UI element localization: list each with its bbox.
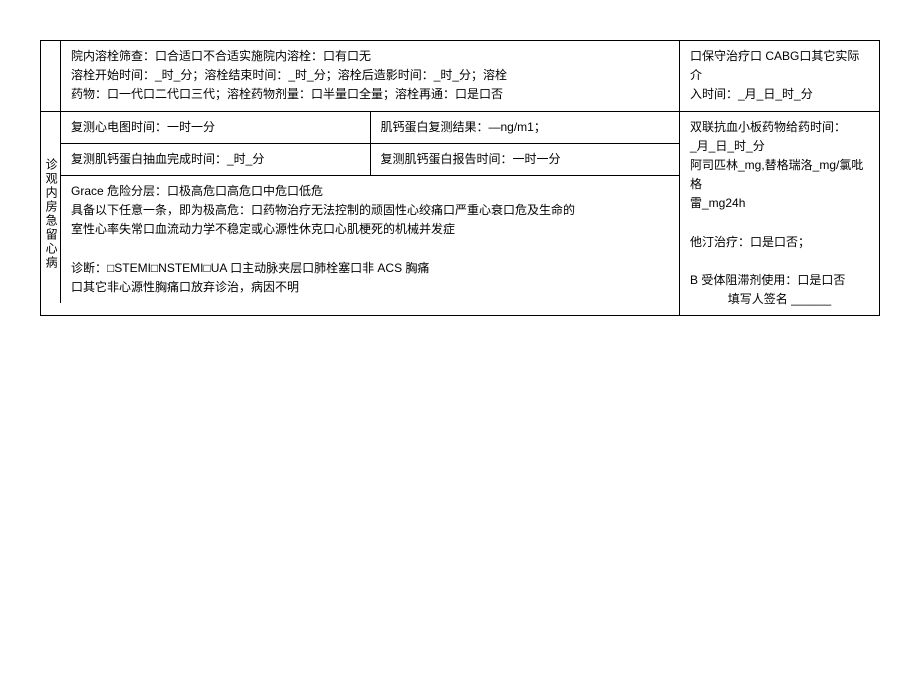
r1-l1: 院内溶栓筛查：口合适口不合适实施院内溶栓：口有口无: [71, 47, 669, 66]
row2-main: 复测心电图时间：一时一分 肌钙蛋白复测结果：—ng/m1； 复测肌钙蛋白抽血完成…: [60, 112, 679, 316]
r1-r1: 口保守治疗口 CABG口其它实际介: [690, 47, 869, 85]
grace-l2: 具备以下任意一条，即为极高危：口药物治疗无法控制的顽固性心绞痛口严重心衰口危及生…: [71, 201, 669, 220]
form-table: 院内溶栓筛查：口合适口不合适实施院内溶栓：口有口无 溶栓开始时间：_时_分；溶栓…: [40, 40, 880, 316]
troponin-result: 肌钙蛋白复测结果：—ng/m1；: [370, 112, 680, 143]
grace-cell: Grace 危险分层：口极高危口高危口中危口低危 具备以下任意一条，即为极高危：…: [60, 175, 679, 303]
grace-l1: Grace 危险分层：口极高危口高危口中危口低危: [71, 182, 669, 201]
r2-r1: 双联抗血小板药物给药时间：: [690, 118, 869, 137]
r1-l3: 药物：口一代口二代口三代；溶栓药物剂量：口半量口全量；溶栓再通：口是口否: [71, 85, 669, 104]
row2-right-cell: 双联抗血小板药物给药时间： _月_日_时_分 阿司匹林_mg,替格瑞洛_mg/氯…: [679, 112, 879, 316]
diag-l2: 口其它非心源性胸痛口放弃诊治，病因不明: [71, 278, 669, 297]
ecg-retest-time: 复测心电图时间：一时一分: [60, 112, 370, 143]
r2-right-top: 双联抗血小板药物给药时间： _月_日_时_分 阿司匹林_mg,替格瑞洛_mg/氯…: [690, 118, 869, 291]
troponin-report-time: 复测肌钙蛋白报告时间：一时一分: [370, 144, 680, 175]
r2-r3: 阿司匹林_mg,替格瑞洛_mg/氯吡格: [690, 156, 869, 194]
row2-vlabel: 诊观内房急留心病: [40, 112, 60, 316]
r2-r4: 雷_mg24h: [690, 194, 869, 213]
row1-left-cell: 院内溶栓筛查：口合适口不合适实施院内溶栓：口有口无 溶栓开始时间：_时_分；溶栓…: [60, 41, 679, 111]
row1-vlabel-empty: [40, 41, 60, 111]
row1-right-cell: 口保守治疗口 CABG口其它实际介 入时间：_月_日_时_分: [679, 41, 879, 111]
subrow-troponin: 复测肌钙蛋白抽血完成时间：_时_分 复测肌钙蛋白报告时间：一时一分: [60, 143, 679, 175]
signature-line: 填写人签名 ______: [690, 290, 869, 309]
grace-l3: 室性心率失常口血流动力学不稳定或心源性休克口心肌梗死的机械并发症: [71, 220, 669, 239]
r2-r2: _月_日_时_分: [690, 137, 869, 156]
troponin-draw-time: 复测肌钙蛋白抽血完成时间：_时_分: [60, 144, 370, 175]
r1-l2: 溶栓开始时间：_时_分；溶栓结束时间：_时_分；溶栓后造影时间：_时_分；溶栓: [71, 66, 669, 85]
r2-r6: B 受体阻滞剂使用：口是口否: [690, 271, 869, 290]
diag-l1: 诊断：□STEMI□NSTEMI□UA 口主动脉夹层口肺栓塞口非 ACS 胸痛: [71, 259, 669, 278]
r1-r2: 入时间：_月_日_时_分: [690, 85, 869, 104]
row-observation: 诊观内房急留心病 复测心电图时间：一时一分 肌钙蛋白复测结果：—ng/m1； 复…: [40, 111, 879, 316]
row-thrombolysis: 院内溶栓筛查：口合适口不合适实施院内溶栓：口有口无 溶栓开始时间：_时_分；溶栓…: [40, 40, 879, 111]
r2-r5: 他汀治疗：口是口否；: [690, 233, 869, 252]
subrow-ecg: 复测心电图时间：一时一分 肌钙蛋白复测结果：—ng/m1；: [60, 112, 679, 143]
